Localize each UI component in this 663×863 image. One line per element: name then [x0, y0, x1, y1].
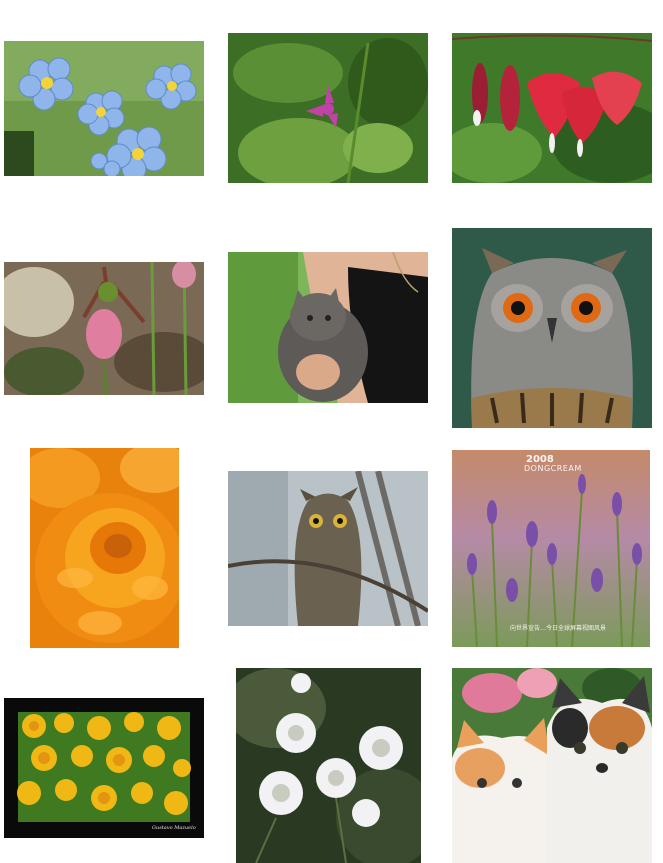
bleeding-heart-photo — [452, 33, 652, 183]
image-pink-wildflower[interactable] — [228, 33, 428, 183]
white-lace-flowers-photo — [236, 668, 421, 863]
lavender-watermark-footer: 向世界宣告…今日全球屏幕视图风景 — [510, 625, 607, 632]
marigold-signature: Gustavo Mazuelo — [152, 825, 196, 831]
image-orange-marigold[interactable] — [30, 448, 179, 648]
image-screech-owl[interactable] — [228, 471, 428, 626]
image-kitten-held[interactable] — [228, 252, 428, 403]
image-yellow-marigolds[interactable]: Gustavo Mazuelo — [4, 698, 204, 838]
screech-owl-photo — [228, 471, 428, 626]
eagle-owl-photo — [452, 228, 652, 428]
image-forget-me-not[interactable] — [4, 41, 204, 176]
lavender-field-photo — [452, 450, 650, 647]
image-bleeding-heart[interactable] — [452, 33, 652, 183]
image-calico-kittens[interactable] — [452, 668, 652, 863]
pink-wildflower-photo — [228, 33, 428, 183]
image-ladys-slipper[interactable] — [4, 262, 204, 395]
image-eagle-owl[interactable] — [452, 228, 652, 428]
kitten-held-photo — [228, 252, 428, 403]
image-lavender-field[interactable]: 2008 DONGCREAM 向世界宣告…今日全球屏幕视图风景 — [452, 450, 650, 647]
forget-me-not-photo — [4, 41, 204, 176]
ladys-slipper-photo — [4, 262, 204, 395]
yellow-marigolds-photo — [4, 698, 204, 838]
lavender-watermark-brand: DONGCREAM — [524, 464, 582, 473]
image-white-lace-flowers[interactable] — [236, 668, 421, 863]
calico-kittens-photo — [452, 668, 652, 863]
orange-marigold-photo — [30, 448, 179, 648]
